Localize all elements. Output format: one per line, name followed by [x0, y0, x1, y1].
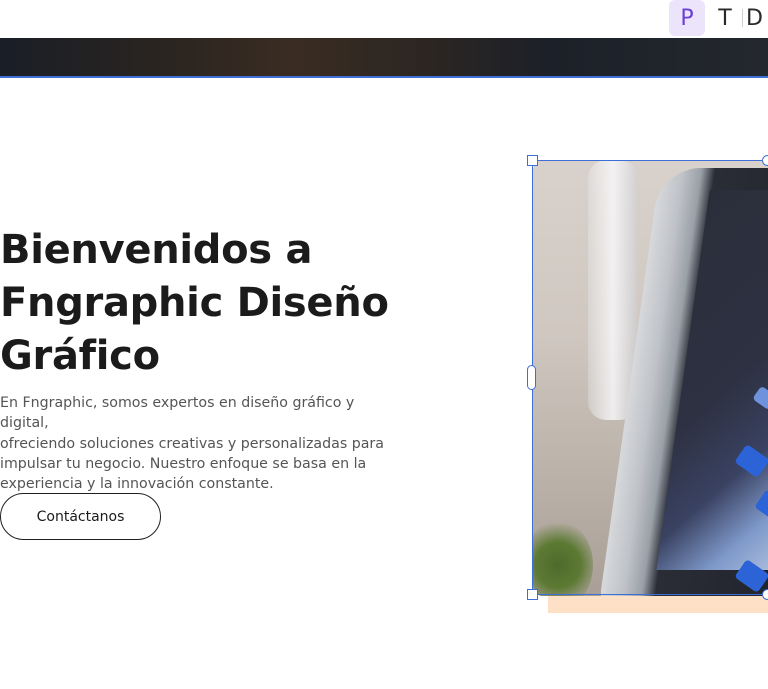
- previous-section-banner: [0, 38, 768, 76]
- editor-toolbar: P T D: [0, 0, 768, 38]
- hero-image[interactable]: [533, 160, 768, 596]
- hero-title-line-1: Bienvenidos a: [0, 227, 313, 273]
- toolbar-divider: [742, 9, 743, 27]
- resize-handle-bottom-right[interactable]: [762, 589, 768, 600]
- contact-button[interactable]: Contáctanos: [0, 493, 161, 540]
- tool-d-button[interactable]: D: [744, 0, 768, 36]
- hero-paragraph-line-4: experiencia y la innovación constante.: [0, 476, 274, 493]
- tool-p-button[interactable]: P: [669, 0, 705, 36]
- resize-handle-top-right[interactable]: [762, 155, 768, 166]
- resize-handle-left[interactable]: [527, 365, 536, 390]
- hero-paragraph-line-1: En Fngraphic, somos expertos en diseño g…: [0, 395, 355, 432]
- resize-handle-top-left[interactable]: [527, 155, 538, 166]
- hero-title-line-3: Gráfico: [0, 333, 160, 379]
- hero-paragraph[interactable]: En Fngraphic, somos expertos en diseño g…: [0, 393, 390, 494]
- section-selection-edge: [0, 76, 768, 78]
- hero-title[interactable]: Bienvenidos a Fngraphic Diseño Gráfico: [0, 224, 420, 383]
- tool-t-button[interactable]: T: [707, 0, 743, 36]
- hero-paragraph-line-2: ofreciendo soluciones creativas y person…: [0, 435, 384, 452]
- hero-paragraph-line-3: impulsar tu negocio. Nuestro enfoque se …: [0, 455, 367, 472]
- resize-handle-bottom-left[interactable]: [527, 589, 538, 600]
- hero-title-line-2: Fngraphic Diseño: [0, 280, 389, 326]
